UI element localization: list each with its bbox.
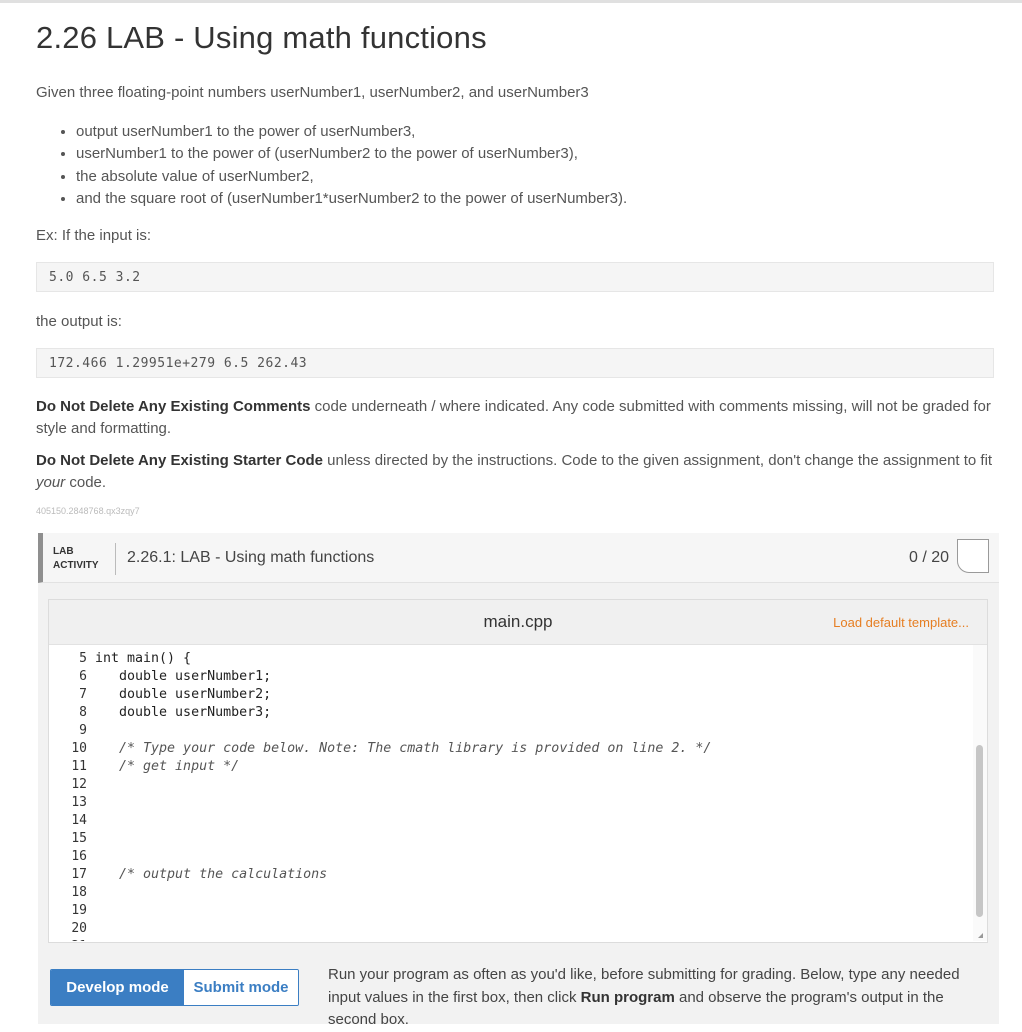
resize-handle-icon[interactable] <box>978 933 983 938</box>
line-number: 6 <box>79 669 87 684</box>
line-number: 5 <box>79 651 87 666</box>
example-input-label: Ex: If the input is: <box>36 227 152 244</box>
header-divider <box>115 543 116 575</box>
line-number: 18 <box>71 885 87 900</box>
lab-score: 0 / 20 <box>908 549 949 566</box>
lab-header: LAB ACTIVITY 2.26.1: LAB - Using math fu… <box>38 533 999 583</box>
editor-scrollbar-thumb[interactable] <box>976 745 983 917</box>
code-line[interactable] <box>95 776 965 794</box>
code-line[interactable] <box>95 794 965 812</box>
code-line[interactable] <box>95 920 965 938</box>
intro-text: Given three floating-point numbers userN… <box>36 84 589 101</box>
example-input-box: 5.0 6.5 3.2 <box>36 262 994 292</box>
line-number: 20 <box>71 921 87 936</box>
code-line[interactable]: /* output the calculations <box>95 866 965 884</box>
line-number: 8 <box>79 705 87 720</box>
code-line[interactable] <box>95 848 965 866</box>
starter-note-emphasis: your <box>36 474 66 491</box>
starter-note-bold: Do Not Delete Any Existing Starter Code <box>36 452 323 469</box>
list-item: the absolute value of userNumber2, <box>76 166 627 188</box>
code-line[interactable] <box>95 830 965 848</box>
line-number: 10 <box>71 741 87 756</box>
example-output-label: the output is: <box>36 313 122 330</box>
line-number: 13 <box>71 795 87 810</box>
code-line[interactable] <box>95 884 965 902</box>
list-item: output userNumber1 to the power of userN… <box>76 121 627 143</box>
line-number: 14 <box>71 813 87 828</box>
line-number: 16 <box>71 849 87 864</box>
line-number: 21 <box>49 938 87 941</box>
submit-mode-button[interactable]: Submit mode <box>184 970 298 1005</box>
code-line[interactable]: double userNumber1; <box>95 668 965 686</box>
page-title: 2.26 LAB - Using math functions <box>36 20 487 55</box>
line-number: 15 <box>71 831 87 846</box>
code-line[interactable] <box>95 722 965 740</box>
line-number: 9 <box>79 723 87 738</box>
run-instructions: Run your program as often as you'd like,… <box>328 964 988 1032</box>
code-line[interactable] <box>95 938 965 941</box>
code-line[interactable] <box>95 812 965 830</box>
lab-tag-line1: LAB <box>53 546 74 557</box>
editor-text-area[interactable]: 5 6 7 8 9 10 11 12 13 14 15 16 17 18 19 20 21 int main()… <box>49 645 987 941</box>
line-number: 19 <box>71 903 87 918</box>
example-output-box: 172.466 1.29951e+279 6.5 262.43 <box>36 348 994 378</box>
list-item: userNumber1 to the power of (userNumber2… <box>76 143 627 165</box>
code-line[interactable]: /* Type your code below. Note: The cmath… <box>95 740 965 758</box>
line-number: 7 <box>79 687 87 702</box>
run-program-label: Run program <box>580 988 675 1006</box>
code-lines[interactable]: int main() { double userNumber1; double … <box>95 650 965 941</box>
code-line[interactable] <box>95 902 965 920</box>
line-number: 17 <box>71 867 87 882</box>
starter-note-end: code. <box>65 474 107 491</box>
comments-note: Do Not Delete Any Existing Comments code… <box>36 396 998 440</box>
requirements-list: output userNumber1 to the power of userN… <box>36 121 627 210</box>
lab-tag-line2: ACTIVITY <box>53 560 99 571</box>
develop-mode-button[interactable]: Develop mode <box>51 970 184 1005</box>
code-line[interactable]: double userNumber3; <box>95 704 965 722</box>
line-number: 12 <box>71 777 87 792</box>
code-editor: main.cpp Load default template... 5 6 7 8 9 1… <box>48 599 988 943</box>
code-line[interactable]: int main() { <box>95 650 965 668</box>
activity-hash-id: 405150.2848768.qx3zqy7 <box>36 506 140 516</box>
top-border <box>0 0 1022 3</box>
lab-title: 2.26.1: LAB - Using math functions <box>127 549 375 566</box>
lab-activity-tag: LAB ACTIVITY <box>53 545 99 573</box>
line-number: 11 <box>71 759 87 774</box>
code-line[interactable]: double userNumber2; <box>95 686 965 704</box>
code-line[interactable]: /* get input */ <box>95 758 965 776</box>
lab-activity-panel: LAB ACTIVITY 2.26.1: LAB - Using math fu… <box>38 533 999 1028</box>
load-default-template-link[interactable]: Load default template... <box>833 615 969 630</box>
editor-header: main.cpp Load default template... <box>49 600 987 645</box>
list-item: and the square root of (userNumber1*user… <box>76 188 627 210</box>
starter-note-text: unless directed by the instructions. Cod… <box>323 452 993 469</box>
editor-scrollbar[interactable] <box>973 645 987 941</box>
mode-toggle: Develop mode Submit mode <box>50 969 299 1006</box>
line-number-gutter: 5 6 7 8 9 10 11 12 13 14 15 16 17 18 19 20 21 <box>49 650 87 941</box>
starter-code-note: Do Not Delete Any Existing Starter Code … <box>36 450 998 494</box>
completion-badge-icon <box>957 539 989 573</box>
comments-note-bold: Do Not Delete Any Existing Comments <box>36 398 311 415</box>
